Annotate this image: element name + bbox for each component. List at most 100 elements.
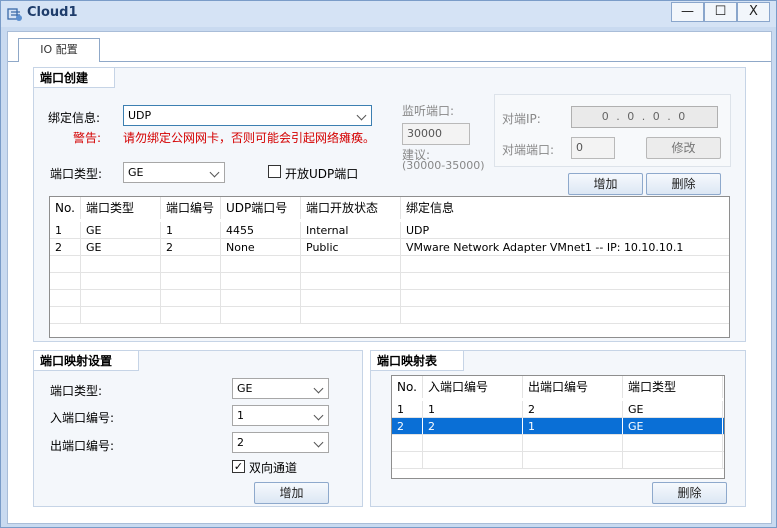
empty-cell: [221, 256, 301, 272]
title-bar[interactable]: Cloud1 — ☐ X: [1, 1, 776, 27]
table-header: No. 入端口编号 出端口编号 端口类型: [392, 376, 724, 398]
table-cell: 1: [161, 222, 221, 238]
open-udp-checkbox[interactable]: [268, 165, 281, 178]
table-cell: GE: [623, 418, 723, 434]
empty-cell: [301, 290, 401, 306]
table-cell: 2: [523, 401, 623, 417]
out-port-value: 2: [237, 436, 244, 449]
empty-cell: [301, 307, 401, 323]
in-port-label: 入端口编号:: [50, 411, 115, 425]
table-cell: 2: [423, 418, 523, 434]
column-header[interactable]: UDP端口号: [221, 197, 301, 219]
table-cell: None: [221, 239, 301, 255]
empty-row: [50, 307, 729, 324]
empty-cell: [50, 307, 81, 323]
column-header[interactable]: 入端口编号: [423, 376, 523, 398]
listen-port-input[interactable]: 30000: [402, 123, 470, 145]
bind-info-select[interactable]: UDP: [123, 105, 372, 126]
table-row[interactable]: 2 GE 2 None Public VMware Network Adapte…: [50, 239, 729, 256]
listen-port-label: 监听端口:: [402, 104, 455, 118]
empty-cell: [523, 435, 623, 451]
port-type-select[interactable]: GE: [123, 162, 225, 183]
chevron-down-icon: [313, 437, 324, 448]
table-cell: 1: [50, 222, 81, 238]
table-cell: 4455: [221, 222, 301, 238]
empty-row: [50, 256, 729, 273]
modify-button[interactable]: 修改: [646, 137, 721, 159]
empty-cell: [81, 273, 161, 289]
table-cell: GE: [623, 401, 723, 417]
map-port-type-label: 端口类型:: [50, 384, 103, 398]
warning-text: 请勿绑定公网网卡，否则可能会引起网络瘫痪。: [123, 131, 376, 145]
empty-row: [50, 290, 729, 307]
port-delete-button[interactable]: 删除: [646, 173, 721, 195]
port-map-settings-title: 端口映射设置: [34, 351, 140, 371]
empty-cell: [81, 256, 161, 272]
map-port-type-value: GE: [237, 382, 253, 395]
column-header[interactable]: No.: [392, 376, 423, 398]
table-cell: GE: [81, 222, 161, 238]
chevron-down-icon: [313, 410, 324, 421]
open-udp-label: 开放UDP端口: [285, 167, 359, 181]
map-port-type-select[interactable]: GE: [232, 378, 329, 399]
column-header[interactable]: 绑定信息: [401, 197, 729, 219]
peer-ip-label: 对端IP:: [502, 112, 541, 126]
table-row[interactable]: 1 1 2 GE: [392, 401, 724, 418]
chevron-down-icon: [209, 167, 220, 178]
suggest-range: (30000-35000): [402, 159, 485, 172]
in-port-select[interactable]: 1: [232, 405, 329, 426]
empty-cell: [392, 435, 423, 451]
bidirectional-checkbox[interactable]: ✓: [232, 460, 245, 473]
port-table[interactable]: No. 端口类型 端口编号 UDP端口号 端口开放状态 绑定信息 1 GE 1 …: [49, 196, 730, 338]
column-header[interactable]: 端口类型: [623, 376, 723, 398]
cloud-window: Cloud1 — ☐ X IO 配置 端口创建 绑定信息: UDP 警告: 请勿…: [0, 0, 777, 528]
empty-cell: [523, 452, 623, 468]
column-header[interactable]: 出端口编号: [523, 376, 623, 398]
bidirectional-label: 双向通道: [249, 461, 298, 475]
column-header[interactable]: 端口类型: [81, 197, 161, 219]
table-cell: 1: [423, 401, 523, 417]
empty-row: [392, 435, 724, 452]
peer-port-input[interactable]: 0: [571, 137, 615, 159]
table-cell: VMware Network Adapter VMnet1 -- IP: 10.…: [406, 241, 684, 254]
empty-cell: [423, 452, 523, 468]
empty-cell: [50, 273, 81, 289]
column-header[interactable]: 端口开放状态: [301, 197, 401, 219]
chevron-down-icon: [313, 383, 324, 394]
table-cell: Public: [301, 239, 401, 255]
empty-row: [392, 452, 724, 469]
empty-cell: [423, 435, 523, 451]
table-cell: UDP: [406, 224, 430, 237]
empty-cell: [50, 290, 81, 306]
table-row[interactable]: 1 GE 1 4455 Internal UDP: [50, 222, 729, 239]
port-add-button[interactable]: 增加: [568, 173, 643, 195]
out-port-select[interactable]: 2: [232, 432, 329, 453]
empty-cell: [221, 290, 301, 306]
table-cell: 2: [161, 239, 221, 255]
table-cell: GE: [81, 239, 161, 255]
column-header[interactable]: 端口编号: [161, 197, 221, 219]
minimize-button[interactable]: —: [671, 2, 704, 22]
bind-info-label: 绑定信息:: [48, 111, 101, 125]
table-row-selected[interactable]: 2 2 1 GE: [392, 418, 724, 435]
empty-cell: [50, 256, 81, 272]
port-type-label: 端口类型:: [50, 167, 103, 181]
close-button[interactable]: X: [737, 2, 770, 22]
map-add-button[interactable]: 增加: [254, 482, 329, 504]
table-header: No. 端口类型 端口编号 UDP端口号 端口开放状态 绑定信息: [50, 197, 729, 219]
port-map-table[interactable]: No. 入端口编号 出端口编号 端口类型 1 1 2 GE 2 2 1 GE: [391, 375, 725, 479]
empty-cell: [623, 452, 723, 468]
column-header[interactable]: No.: [50, 197, 81, 219]
tab-divider: [100, 61, 771, 62]
maximize-button[interactable]: ☐: [704, 2, 737, 22]
in-port-value: 1: [237, 409, 244, 422]
tab-divider: [8, 61, 18, 62]
map-delete-button[interactable]: 删除: [652, 482, 727, 504]
empty-cell: [161, 273, 221, 289]
empty-cell: [221, 273, 301, 289]
cloud-app-icon: [7, 8, 22, 21]
peer-ip-input[interactable]: 0 . 0 . 0 . 0: [571, 106, 718, 128]
empty-cell: [161, 290, 221, 306]
warning-label: 警告:: [73, 131, 102, 145]
tab-io-config[interactable]: IO 配置: [18, 38, 100, 62]
